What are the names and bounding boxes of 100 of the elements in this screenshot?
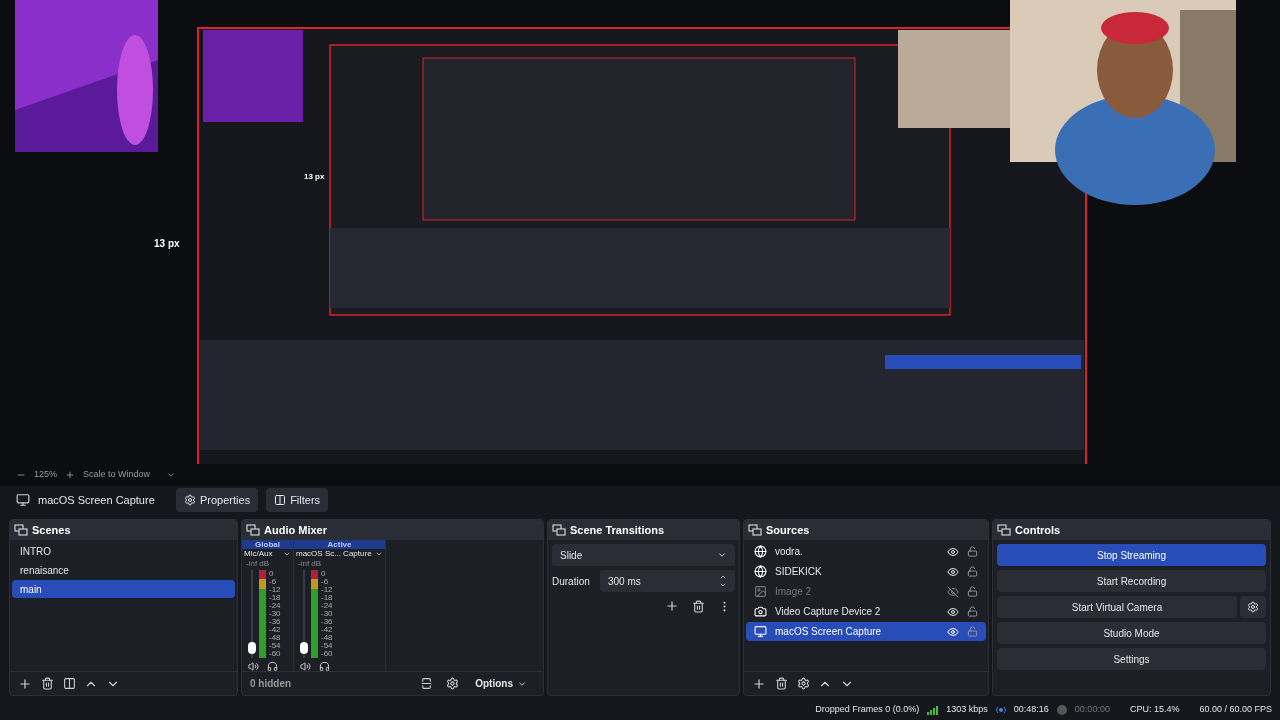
source-item[interactable]: macOS Screen Capture <box>746 622 986 641</box>
dock-icon <box>748 524 762 536</box>
speaker-icon[interactable] <box>300 661 311 672</box>
unlock-icon[interactable] <box>967 606 978 617</box>
fader-handle[interactable] <box>248 642 256 655</box>
caret-icon <box>717 550 727 560</box>
unlock-icon[interactable] <box>967 566 978 577</box>
meter-tick: -42 <box>269 626 281 634</box>
plus-icon <box>665 599 679 613</box>
image-icon <box>754 585 767 598</box>
volume-reading: -inf dB <box>297 559 323 569</box>
scene-item[interactable]: renaisance <box>12 561 235 579</box>
stream-time: 00:48:16 <box>1012 703 1050 717</box>
fps: 60.00 / 60.00 FPS <box>1198 703 1273 717</box>
volume-reading: -inf dB <box>245 559 271 569</box>
trash-icon <box>691 599 705 613</box>
fader-handle[interactable] <box>300 642 308 655</box>
unlock-icon[interactable] <box>967 586 978 597</box>
meter-tick: -36 <box>321 618 333 626</box>
scene-item[interactable]: main <box>12 580 235 598</box>
options-button[interactable]: Options <box>467 676 535 691</box>
eye-icon[interactable] <box>947 605 959 618</box>
zoom-level: 125% <box>34 468 58 482</box>
meter-tick: 0 <box>321 570 327 578</box>
dock-title: Scenes <box>32 522 71 538</box>
cpu-usage: CPU: 15.4% <box>1128 703 1181 717</box>
plus-icon <box>752 676 766 691</box>
eye-icon[interactable] <box>947 565 959 578</box>
caret-icon <box>166 470 177 480</box>
meter-tick: -60 <box>321 650 333 658</box>
gear-icon <box>445 677 459 690</box>
scale-mode-dropdown[interactable]: Scale to Window <box>83 468 177 482</box>
source-name: SIDEKICK <box>775 565 823 579</box>
unlock-icon[interactable] <box>967 546 978 557</box>
dock-icon <box>552 524 566 536</box>
hidden-count: 0 hidden <box>250 677 293 691</box>
monitor-icon <box>754 625 767 638</box>
headphones-icon[interactable] <box>267 661 278 672</box>
control-button[interactable]: Stop Streaming <box>997 544 1266 566</box>
globe-icon <box>754 565 767 578</box>
source-name: vodra. <box>775 545 804 559</box>
meter-tick: -30 <box>269 610 281 618</box>
headphones-icon[interactable] <box>319 661 330 672</box>
control-button[interactable]: Start Virtual Camera <box>997 596 1237 618</box>
filter-icon <box>274 494 287 506</box>
gear-icon <box>796 677 810 690</box>
source-name: macOS Screen Capture <box>775 625 883 639</box>
dock-title: Controls <box>1015 522 1061 538</box>
meter-tick: -42 <box>321 626 333 634</box>
filter-icon <box>62 677 76 690</box>
trash-icon <box>774 677 788 690</box>
control-button[interactable]: Studio Mode <box>997 622 1266 644</box>
source-name: macOS Screen Capture <box>38 492 156 508</box>
meter-tick: -48 <box>269 634 281 642</box>
meter-tick: -6 <box>269 578 278 586</box>
meter-tick: -48 <box>321 634 333 642</box>
duration-field[interactable]: 300 ms <box>600 570 735 592</box>
meter-tick: -60 <box>269 650 281 658</box>
meter-tick: -12 <box>269 586 281 594</box>
streaming-icon <box>995 706 1006 714</box>
filters-button[interactable]: Filters <box>266 488 329 512</box>
dock-icon <box>14 524 28 536</box>
meter-tick: -54 <box>321 642 333 650</box>
source-name: Image 2 <box>775 585 813 599</box>
volume-fader[interactable] <box>300 570 308 658</box>
layout-icon <box>419 677 433 690</box>
control-button[interactable]: Settings <box>997 648 1266 670</box>
dock-icon <box>997 524 1011 536</box>
settings-button[interactable] <box>1240 596 1266 618</box>
meter-tick: -18 <box>321 594 333 602</box>
eye-icon[interactable] <box>947 545 959 558</box>
channel-name-dropdown[interactable]: macOS Sc... Capture <box>294 549 385 559</box>
source-item[interactable]: Video Capture Device 2 <box>746 602 986 621</box>
dock-icon <box>246 524 260 536</box>
plus-icon <box>18 676 32 691</box>
volume-fader[interactable] <box>248 570 256 658</box>
transition-dropdown[interactable]: Slide <box>552 544 735 566</box>
source-item[interactable]: vodra. <box>746 542 986 561</box>
properties-button[interactable]: Properties <box>176 488 259 512</box>
eye-off-icon[interactable] <box>947 585 959 598</box>
meter-tick: -12 <box>321 586 333 594</box>
dock-title: Sources <box>766 522 810 538</box>
eye-icon[interactable] <box>947 625 959 638</box>
scene-item[interactable]: INTRO <box>12 542 235 560</box>
source-item[interactable]: Image 2 <box>746 582 986 601</box>
meter-tick: -24 <box>269 602 281 610</box>
dock-title: Audio Mixer <box>264 522 327 538</box>
dropped-frames: Dropped Frames 0 (0.0%) <box>807 703 928 717</box>
trash-icon <box>40 677 54 690</box>
dock-title: Scene Transitions <box>570 522 665 538</box>
meter-tick: -18 <box>269 594 281 602</box>
source-name: Video Capture Device 2 <box>775 605 882 619</box>
source-item[interactable]: SIDEKICK <box>746 562 986 581</box>
gear-icon <box>184 494 196 506</box>
channel-name-dropdown[interactable]: Mic/Aux <box>242 549 293 559</box>
speaker-icon[interactable] <box>248 661 259 672</box>
zoom-in-icon[interactable] <box>65 470 76 480</box>
meter-tick: 0 <box>269 570 275 578</box>
control-button[interactable]: Start Recording <box>997 570 1266 592</box>
meter-tick: -6 <box>321 578 330 586</box>
